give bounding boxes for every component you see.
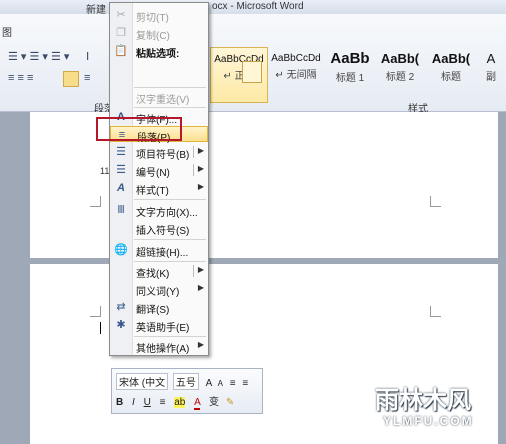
shrink-font-button[interactable]: A	[218, 379, 223, 388]
paste-keep-text-button[interactable]	[242, 61, 262, 83]
style-no-spacing[interactable]: AaBbCcDd ↵ 无间隔	[268, 47, 324, 101]
menu-item-english-assistant[interactable]: ✱ 英语助手(E)	[110, 317, 208, 334]
menu-separator	[134, 87, 206, 88]
menu-item-paste-options: 📋 粘贴选项:	[114, 45, 180, 60]
menu-item-synonyms[interactable]: 同义词(Y) ▶	[110, 281, 208, 298]
submenu-arrow-icon: ▶	[197, 283, 204, 292]
menu-item-hyperlink[interactable]: 🌐 超链接(H)...	[110, 242, 208, 259]
title-bar: 新建 ocx - Microsoft Word	[0, 0, 506, 16]
style-subtitle[interactable]: A 副	[478, 47, 504, 101]
annotation-highlight-box	[96, 117, 182, 141]
window-title-right: ocx - Microsoft Word	[212, 1, 304, 12]
watermark-logo-text: 雨林木风	[375, 387, 471, 414]
font-size-box[interactable]: 五号	[172, 373, 199, 390]
context-menu: ✂ 剪切(T) ❐ 复制(C) 📋 粘贴选项: 汉字重选(V) A 字体(F).…	[109, 2, 262, 356]
submenu-arrow-icon: ▶	[197, 340, 204, 349]
numbering-icon: ☰	[116, 164, 126, 176]
watermark-url: YLMFU.COM	[383, 414, 474, 428]
format-painter-icon[interactable]: ✎	[226, 397, 234, 408]
text-cursor	[100, 322, 101, 334]
menu-item-numbering[interactable]: ☰ 编号(N) ▶	[110, 162, 208, 179]
menu-item-cut[interactable]: ✂ 剪切(T)	[110, 7, 208, 24]
line-spacing-button[interactable]: ≡	[84, 72, 90, 84]
menu-item-text-direction[interactable]: Ⅲ 文字方向(X)...	[110, 202, 208, 219]
phonetic-button[interactable]: 变	[209, 397, 219, 408]
margin-corner	[90, 306, 101, 317]
menu-item-translate[interactable]: ⇄ 翻译(S)	[110, 299, 208, 316]
translate-icon: ⇄	[116, 301, 126, 313]
font-name-box[interactable]: 宋体 (中文	[116, 373, 169, 390]
hyperlink-icon: 🌐	[114, 244, 128, 256]
paste-icon: 📋	[114, 45, 128, 57]
menu-item-styles[interactable]: A 样式(T) ▶	[110, 180, 208, 197]
submenu-arrow-icon: ▶	[197, 146, 204, 155]
scissors-icon: ✂	[116, 9, 126, 21]
menu-item-bullets[interactable]: ☰ 项目符号(B) ▶	[110, 144, 208, 161]
margin-corner	[430, 306, 441, 317]
copy-icon: ❐	[116, 27, 126, 39]
bullets-button[interactable]: ☰ ▾ ☰ ▾ ☰ ▾	[8, 50, 69, 63]
menu-separator	[134, 107, 206, 108]
style-heading-2[interactable]: AaBb( 标题 2	[376, 47, 424, 101]
align-buttons[interactable]: ≡ ≡ ≡	[8, 72, 33, 84]
submenu-arrow-icon: ▶	[197, 182, 204, 191]
ribbon-tab-fragment: 图	[2, 28, 12, 39]
menu-item-reconvert[interactable]: 汉字重选(V)	[110, 89, 208, 106]
menu-separator	[134, 239, 206, 240]
submenu-arrow-icon: ▶	[197, 265, 204, 274]
sort-button[interactable]: Ⅰ	[86, 50, 89, 63]
menu-item-more-actions[interactable]: 其他操作(A) ▶	[110, 338, 208, 355]
font-color-button[interactable]: A	[194, 397, 201, 410]
bold-button[interactable]: B	[116, 397, 123, 408]
decrease-indent-button[interactable]: ≡	[230, 378, 236, 389]
italic-button[interactable]: I	[132, 397, 135, 408]
menu-item-insert-symbol[interactable]: 插入符号(S)	[110, 220, 208, 237]
bullets-icon: ☰	[116, 146, 126, 158]
menu-separator	[134, 261, 206, 262]
menu-item-copy[interactable]: ❐ 复制(C)	[110, 25, 208, 42]
highlight-button[interactable]: ab	[174, 397, 186, 408]
english-assistant-icon: ✱	[116, 319, 126, 331]
margin-corner	[430, 196, 441, 207]
text-direction-icon: Ⅲ	[117, 204, 125, 216]
styles-icon: A	[117, 182, 125, 194]
menu-separator	[134, 336, 206, 337]
ruler-fragment: 11	[100, 166, 110, 176]
menu-separator	[134, 199, 206, 200]
style-heading-1[interactable]: AaBb 标题 1	[326, 47, 374, 101]
center-button[interactable]: ≡	[160, 397, 166, 408]
grow-font-button[interactable]: A	[206, 378, 212, 389]
watermark: 雨林木风 YLMFU.COM	[371, 378, 501, 436]
style-title[interactable]: AaBb( 标题	[426, 47, 476, 101]
mini-toolbar: 宋体 (中文 五号 A A ≡ ≡ B I U ≡ ab A 变 ✎	[111, 368, 263, 414]
justify-button[interactable]	[63, 71, 79, 87]
menu-item-find[interactable]: 查找(K) ▶	[110, 263, 208, 280]
margin-corner	[90, 196, 101, 207]
submenu-arrow-icon: ▶	[197, 164, 204, 173]
increase-indent-button[interactable]: ≡	[242, 378, 248, 389]
underline-button[interactable]: U	[144, 397, 151, 408]
